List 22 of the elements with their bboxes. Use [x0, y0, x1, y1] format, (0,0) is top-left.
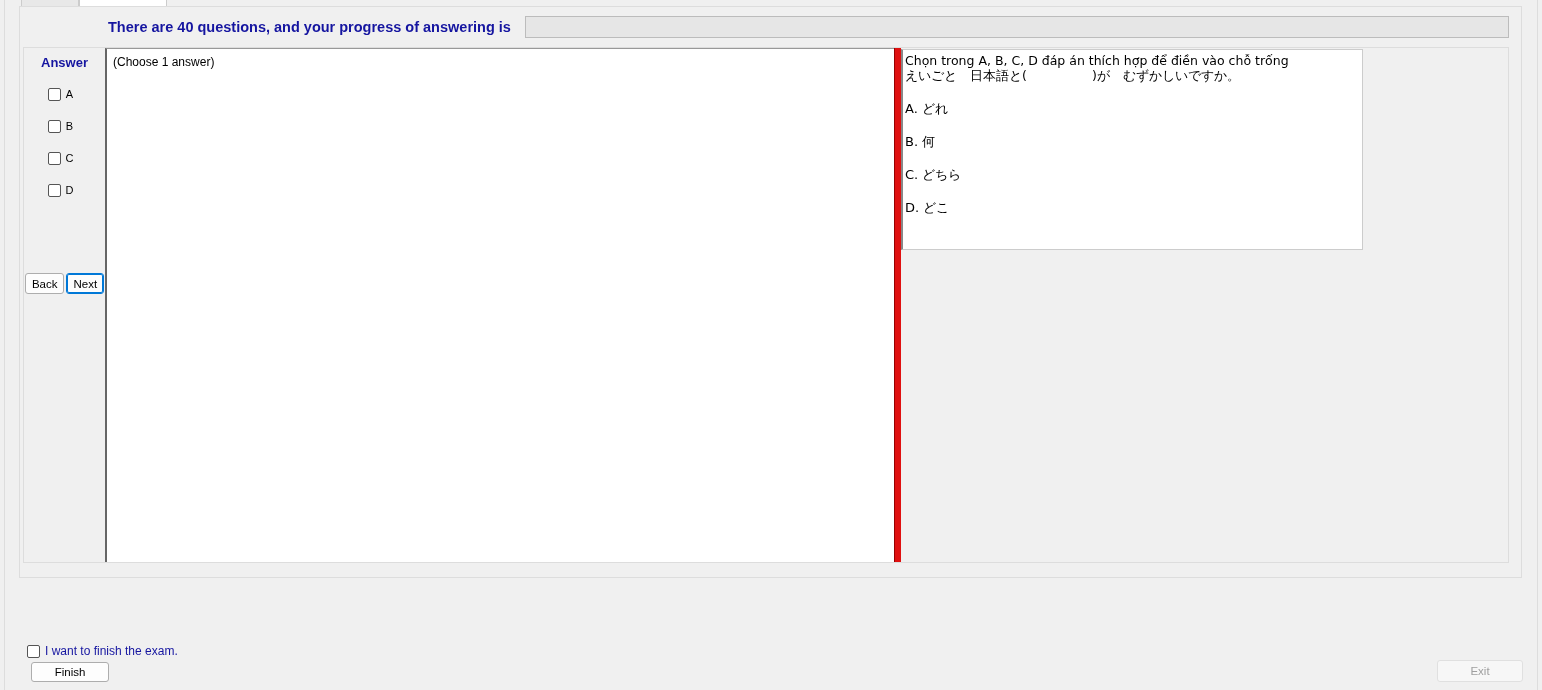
option-label: B	[65, 120, 74, 132]
nav-button[interactable]: Back	[24, 273, 65, 294]
finish-button[interactable]: Finish	[31, 662, 109, 682]
finish-label: I want to finish the exam.	[45, 644, 178, 658]
answer-box[interactable]: (Choose 1 answer)	[105, 48, 894, 562]
checkbox[interactable]	[47, 87, 61, 101]
option-label: A	[65, 88, 74, 100]
checkbox[interactable]	[47, 183, 61, 197]
choice-text: B. 何	[905, 134, 937, 149]
nav-button[interactable]: Next	[66, 273, 105, 294]
finish-checkbox[interactable]	[27, 644, 40, 658]
question-text: Chọn trong A, B, C, D đáp án thích hợp để điền vào chỗ trống	[905, 53, 1290, 68]
checkbox[interactable]	[47, 151, 61, 165]
question-text: えいごと 日本語と( )が むずかしいですか。	[905, 68, 1241, 83]
choice-text: C. どちら	[905, 167, 963, 182]
choice-text: D. どこ	[905, 200, 951, 215]
option-label: D	[65, 184, 74, 196]
option-label: C	[65, 152, 74, 164]
choice-text: A. どれ	[905, 101, 949, 116]
checkbox[interactable]	[47, 119, 61, 133]
progress-caption: There are 40 questions, and your progress of answering is	[108, 19, 511, 35]
answer-heading: Answer	[41, 55, 88, 70]
